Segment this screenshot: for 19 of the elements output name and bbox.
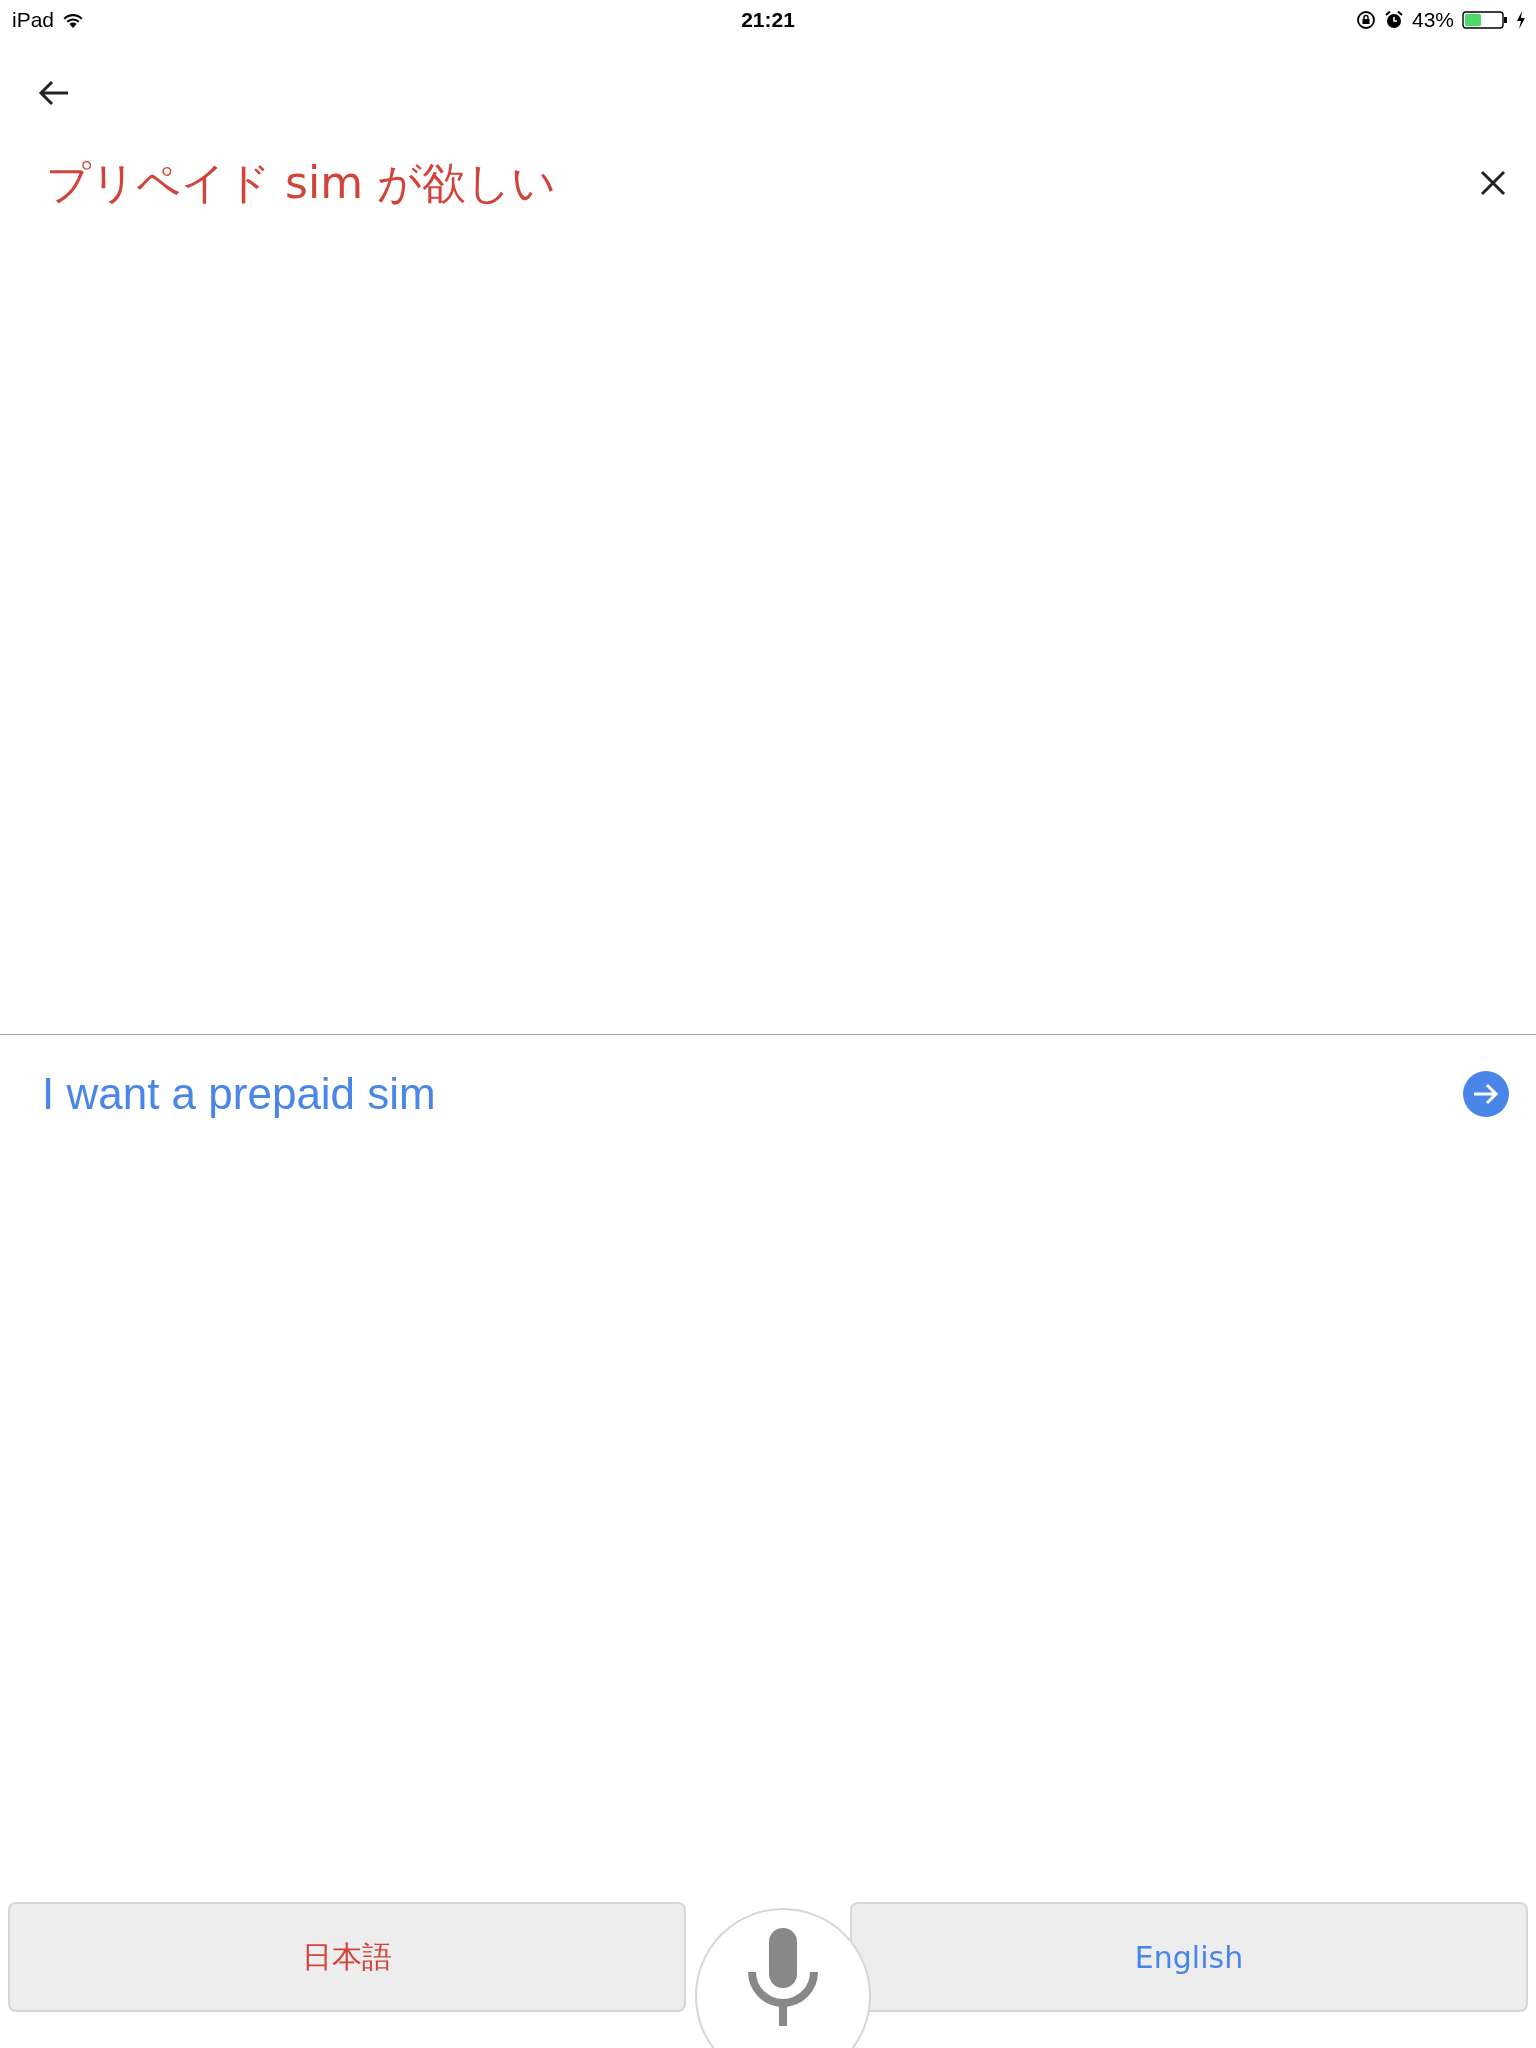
battery-icon <box>1462 10 1508 30</box>
microphone-icon <box>748 1928 818 2026</box>
arrow-circle-icon <box>1463 1071 1509 1117</box>
battery-percent: 43% <box>1411 8 1454 32</box>
close-icon <box>1480 170 1506 196</box>
back-button[interactable] <box>38 79 70 107</box>
device-name: iPad <box>12 8 55 32</box>
alarm-icon <box>1383 10 1404 30</box>
wifi-icon <box>62 12 85 28</box>
open-translation-button[interactable] <box>1463 1071 1509 1117</box>
clock-time: 21:21 <box>741 8 795 32</box>
language-button[interactable]: 日本語 <box>8 1902 686 2012</box>
source-text: プリペイド sim が欲しい <box>46 155 556 210</box>
rotation-lock-icon <box>1355 10 1376 30</box>
translation-text: I want a prepaid sim <box>42 1069 436 1119</box>
language-button[interactable]: English <box>850 1902 1528 2012</box>
back-arrow-icon <box>38 79 70 107</box>
charging-icon <box>1516 11 1526 29</box>
clear-button[interactable] <box>1480 170 1506 196</box>
